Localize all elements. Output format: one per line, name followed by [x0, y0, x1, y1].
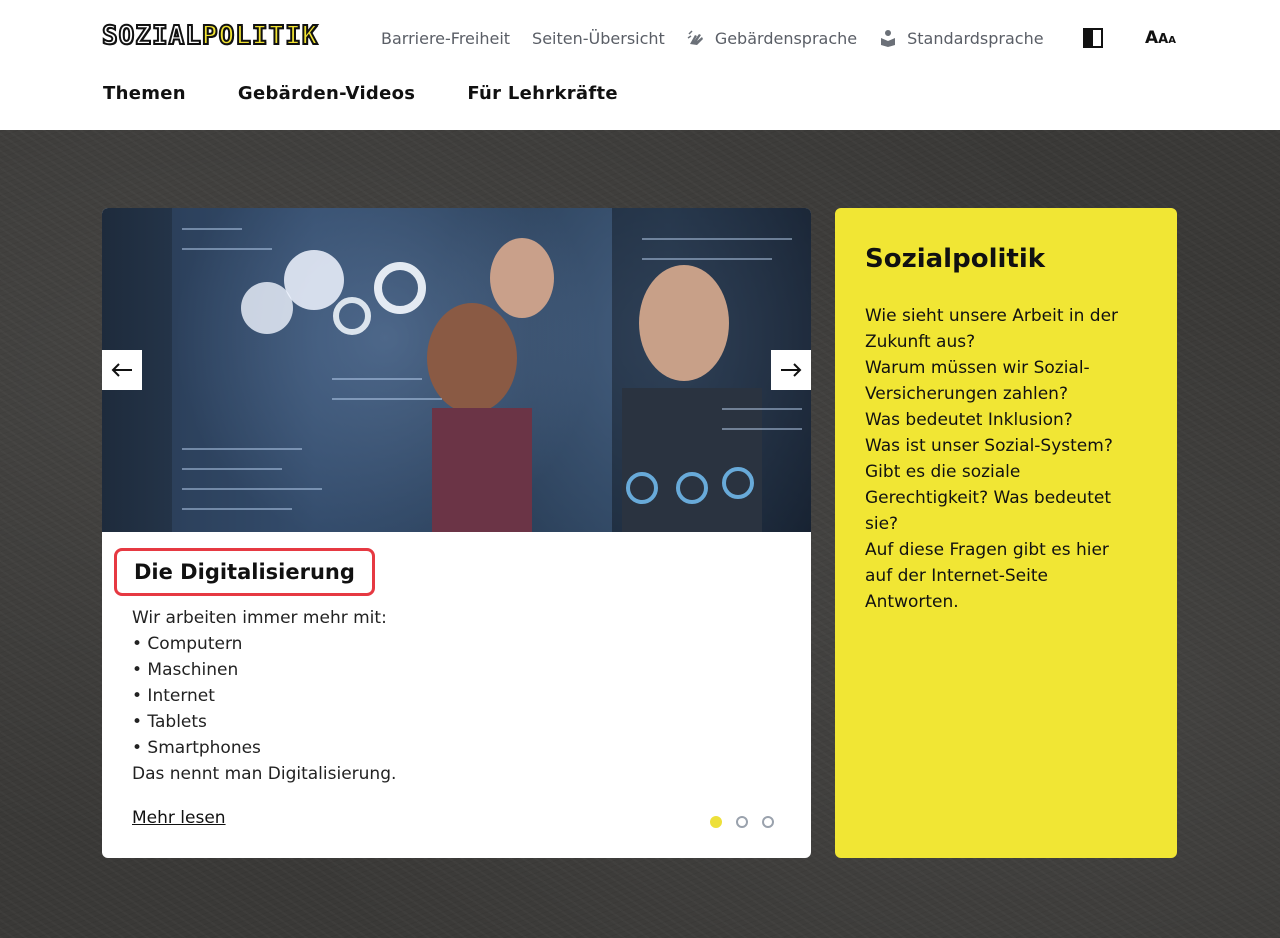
mainnav-themen[interactable]: Themen [103, 83, 186, 104]
slide-bullet: • Internet [132, 686, 215, 706]
arrow-right-icon [781, 363, 802, 377]
logo-text-politik: POLITIK [201, 21, 319, 51]
slide-title-highlight: Die Digitalisierung [114, 548, 375, 596]
carousel-pagination [710, 816, 788, 828]
pagination-dot-2[interactable] [736, 816, 748, 828]
top-navigation: Barriere-Freiheit Seiten-Übersicht Gebär… [381, 26, 1044, 50]
slide-intro: Wir arbeiten immer mehr mit: [132, 608, 387, 628]
slide-bullet: • Maschinen [132, 660, 239, 680]
info-box: Sozialpolitik Wie sieht unsere Arbeit in… [835, 208, 1177, 858]
sign-language-hand-icon [687, 30, 703, 45]
site-header: SOZIAL POLITIK Barriere-Freiheit Seiten-Ü… [0, 0, 1280, 130]
info-line: Auf diese Fragen gibt es hier [865, 540, 1109, 560]
mainnav-gebaerden-videos[interactable]: Gebärden-Videos [238, 83, 415, 104]
font-size-small: A [1168, 35, 1176, 46]
arrow-left-icon [111, 363, 132, 377]
mainnav-fuer-lehrkraefte[interactable]: Für Lehrkräfte [467, 83, 618, 104]
main-navigation: Themen Gebärden-Videos Für Lehrkräfte [103, 80, 670, 106]
slide-image [102, 208, 811, 532]
info-line: Was bedeutet Inklusion? [865, 410, 1073, 430]
carousel-card: Die Digitalisierung Wir arbeiten immer m… [102, 208, 811, 858]
topnav-label: Barriere-Freiheit [381, 28, 511, 48]
topnav-gebaerdensprache[interactable]: Gebärdensprache [687, 29, 857, 48]
topnav-label: Gebärdensprache [714, 28, 858, 48]
info-line: auf der Internet-Seite [865, 566, 1048, 586]
topnav-label: Standardsprache [907, 28, 1044, 48]
carousel-next-button[interactable] [771, 350, 811, 390]
topnav-barriere-freiheit[interactable]: Barriere-Freiheit [381, 29, 510, 48]
info-title: Sozialpolitik [865, 244, 1046, 274]
contrast-toggle-icon[interactable] [1083, 28, 1103, 48]
info-line: Antworten. [865, 592, 959, 612]
topnav-label: Seiten-Übersicht [532, 28, 665, 48]
info-line: Gerechtigkeit? Was bedeutet [865, 488, 1111, 508]
font-size-medium: A [1158, 32, 1169, 47]
slide-text: Wir arbeiten immer mehr mit: • Computern… [132, 605, 772, 787]
pagination-dot-3[interactable] [762, 816, 774, 828]
slide-bullet: • Smartphones [132, 738, 261, 758]
info-text: Wie sieht unsere Arbeit in der Zukunft a… [865, 303, 1155, 615]
read-more-link[interactable]: Mehr lesen [132, 808, 226, 828]
logo-text-sozial: SOZIAL [101, 21, 202, 51]
digital-screens-illustration [172, 208, 811, 532]
info-line: Zukunft aus? [865, 332, 976, 352]
slide-outro: Das nennt man Digitalisierung. [132, 764, 397, 784]
info-line: Was ist unser Sozial-System? [865, 436, 1113, 456]
pagination-dot-1[interactable] [710, 816, 722, 828]
topnav-seiten-uebersicht[interactable]: Seiten-Übersicht [532, 29, 665, 48]
site-logo[interactable]: SOZIAL POLITIK [101, 21, 319, 51]
font-size-toggle[interactable]: AAA [1145, 28, 1176, 50]
info-line: sie? [865, 514, 899, 534]
info-line: Wie sieht unsere Arbeit in der [865, 306, 1119, 326]
slide-bullet: • Computern [132, 634, 243, 654]
carousel-prev-button[interactable] [102, 350, 142, 390]
slide-title: Die Digitalisierung [134, 560, 355, 584]
info-line: Gibt es die soziale [865, 462, 1021, 482]
font-size-large: A [1145, 28, 1159, 48]
slide-bullet: • Tablets [132, 712, 207, 732]
info-line: Versicherungen zahlen? [865, 384, 1068, 404]
info-line: Warum müssen wir Sozial- [865, 358, 1090, 378]
topnav-standardsprache[interactable]: Standardsprache [879, 28, 1044, 48]
reading-person-icon [881, 30, 896, 47]
